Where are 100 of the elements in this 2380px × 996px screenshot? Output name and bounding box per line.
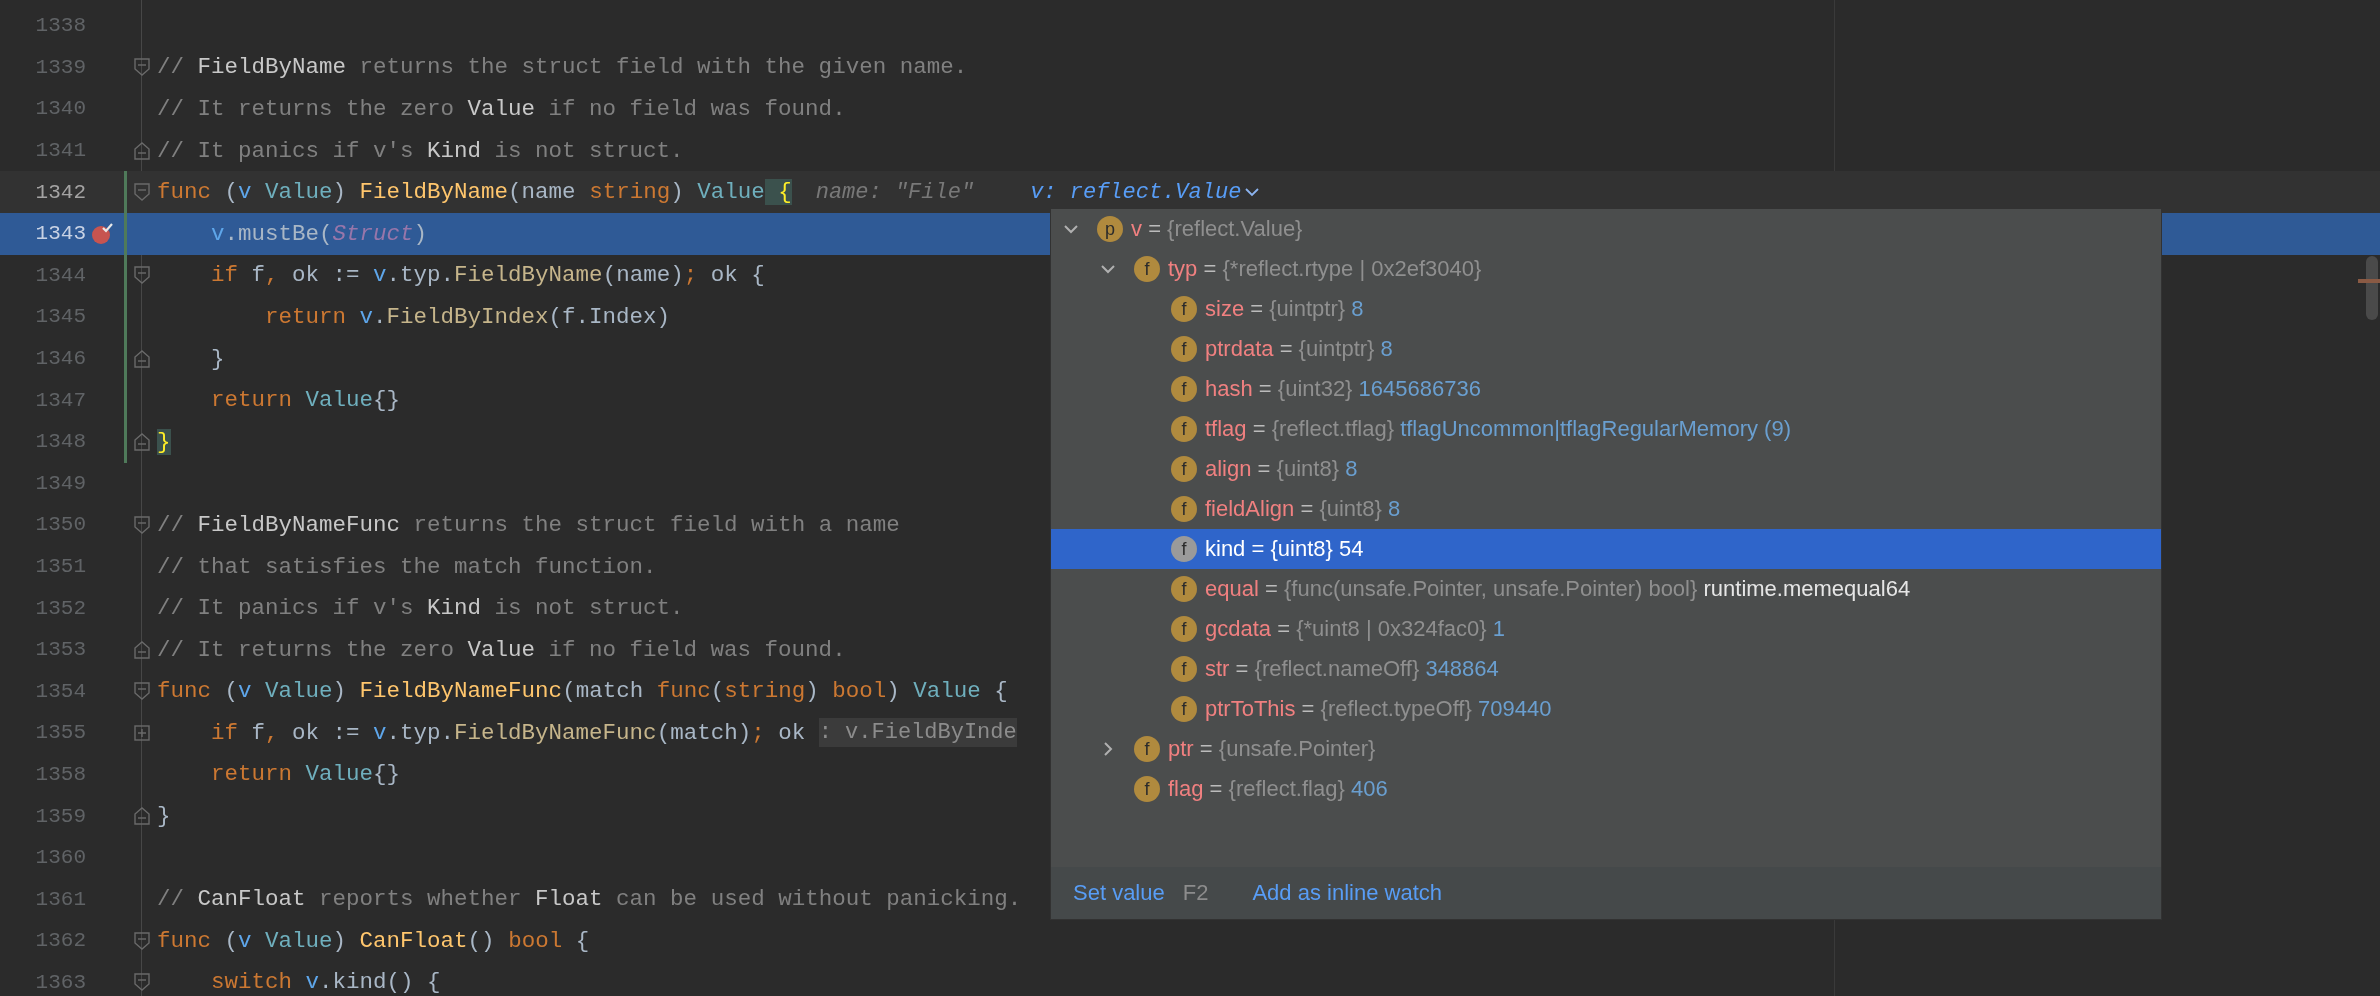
fold-icon[interactable] — [134, 266, 150, 285]
line-number: 1363 — [34, 970, 87, 994]
fold-icon[interactable] — [134, 682, 150, 701]
variable-entry: hash = {uint32} 1645686736 — [1205, 376, 1481, 402]
code-text: return Value{} — [210, 387, 401, 414]
line-number: 1355 — [34, 721, 87, 745]
field-badge: f — [1171, 376, 1197, 402]
code-text: switch v.kind() { — [210, 969, 441, 996]
fold-icon[interactable] — [134, 141, 150, 160]
action-link[interactable]: Add as inline watch — [1252, 880, 1442, 906]
code-text: if f, ok := v.typ.FieldByNameFunc(match); ok — [210, 719, 807, 746]
tree-row[interactable]: f kind = {uint8} 54 — [1051, 529, 2161, 569]
variable-entry: v = {reflect.Value} — [1131, 216, 1303, 242]
line-number: 1343 — [34, 222, 87, 246]
fold-icon[interactable] — [134, 349, 150, 368]
field-badge: p — [1097, 216, 1123, 242]
code-text: // FieldByNameFunc returns the struct field with a name — [157, 511, 900, 538]
line-number: 1350 — [34, 513, 87, 537]
field-badge: f — [1171, 616, 1197, 642]
line-number: 1348 — [34, 430, 87, 454]
variable-entry: ptrToThis = {reflect.typeOff} 709440 — [1205, 696, 1552, 722]
field-badge: f — [1171, 576, 1197, 602]
fold-icon[interactable] — [134, 432, 150, 451]
tree-row[interactable]: f typ = {*reflect.rtype | 0x2ef3040} — [1051, 249, 2161, 289]
variable-entry: str = {reflect.nameOff} 348864 — [1205, 656, 1499, 682]
variable-entry: typ = {*reflect.rtype | 0x2ef3040} — [1168, 256, 1482, 282]
tree-row[interactable]: f ptrToThis = {reflect.typeOff} 709440 — [1051, 689, 2161, 729]
code-text: return v.FieldByIndex(f.Index) — [264, 303, 671, 330]
line-number: 1340 — [34, 97, 87, 121]
chevron-down-icon — [1245, 187, 1260, 198]
fold-icon[interactable] — [134, 640, 150, 659]
variable-entry: flag = {reflect.flag} 406 — [1168, 776, 1388, 802]
tree-row[interactable]: f hash = {uint32} 1645686736 — [1051, 369, 2161, 409]
code-text: // It panics if v's Kind is not struct. — [157, 595, 684, 622]
tree-row[interactable]: p v = {reflect.Value} — [1051, 209, 2161, 249]
line-number: 1361 — [34, 887, 87, 911]
tree-row[interactable]: f ptr = {unsafe.Pointer} — [1051, 729, 2161, 769]
tree-row[interactable]: f align = {uint8} 8 — [1051, 449, 2161, 489]
field-badge: f — [1134, 256, 1160, 282]
code-text: func (v Value) FieldByNameFunc(match func(string) bool) Value { — [157, 678, 1008, 705]
variable-entry: size = {uintptr} 8 — [1205, 296, 1364, 322]
fold-icon[interactable] — [134, 931, 150, 950]
line-number: 1359 — [34, 804, 87, 828]
line-number: 1349 — [34, 471, 87, 495]
variable-entry: fieldAlign = {uint8} 8 — [1205, 496, 1401, 522]
line-number: 1344 — [34, 263, 87, 287]
code-text: } — [157, 803, 171, 830]
code-text: } — [157, 428, 171, 455]
line-number: 1341 — [34, 139, 87, 163]
field-badge: f — [1171, 296, 1197, 322]
code-text: // It panics if v's Kind is not struct. — [157, 137, 684, 164]
variable-entry: align = {uint8} 8 — [1205, 456, 1358, 482]
code-text: if f, ok := v.typ.FieldByName(name); ok { — [210, 262, 765, 289]
variable-entry: ptrdata = {uintptr} 8 — [1205, 336, 1393, 362]
tree-row[interactable]: f size = {uintptr} 8 — [1051, 289, 2161, 329]
line-number: 1352 — [34, 596, 87, 620]
variable-entry: kind = {uint8} 54 — [1205, 536, 1364, 562]
tree-row[interactable]: f tflag = {reflect.tflag} tflagUncommon|tflagRegularMemory (9) — [1051, 409, 2161, 449]
code-text: // It returns the zero Value if no field was found. — [157, 636, 846, 663]
fold-icon[interactable] — [134, 973, 150, 992]
tree-row[interactable]: f fieldAlign = {uint8} 8 — [1051, 489, 2161, 529]
line-number: 1362 — [34, 929, 87, 953]
code-text: func (v Value) CanFloat() bool { — [157, 927, 590, 954]
action-link[interactable]: Set value — [1073, 880, 1165, 906]
field-badge: f — [1171, 656, 1197, 682]
line-number: 1338 — [34, 14, 87, 38]
tree-row[interactable]: f gcdata = {*uint8 | 0x324fac0} 1 — [1051, 609, 2161, 649]
fold-icon[interactable] — [134, 515, 150, 534]
code-text: // that satisfies the match function. — [157, 553, 657, 580]
expand-icon[interactable] — [134, 724, 150, 741]
tree-row[interactable]: f str = {reflect.nameOff} 348864 — [1051, 649, 2161, 689]
line-number: 1342 — [34, 180, 87, 204]
variable-entry: gcdata = {*uint8 | 0x324fac0} 1 — [1205, 616, 1505, 642]
inline-watch-link[interactable]: v: reflect.Value — [1030, 179, 1260, 205]
tree-row[interactable]: f ptrdata = {uintptr} 8 — [1051, 329, 2161, 369]
field-badge: f — [1171, 336, 1197, 362]
code-text: // CanFloat reports whether Float can be used without panicking. — [157, 886, 1022, 913]
code-text: func (v Value) FieldByName(name string) Value { — [157, 179, 792, 206]
fold-icon[interactable] — [134, 807, 150, 826]
field-badge: f — [1134, 736, 1160, 762]
line-number: 1351 — [34, 555, 87, 578]
folded-code-hint[interactable]: : v.FieldByInde — [818, 718, 1017, 748]
line-number: 1360 — [34, 846, 87, 870]
fold-icon[interactable] — [134, 183, 150, 202]
line-number: 1347 — [34, 388, 87, 412]
inline-hint: name: "File" — [815, 179, 975, 205]
breakpoint-icon[interactable] — [90, 221, 114, 246]
tree-row[interactable]: f equal = {func(unsafe.Pointer, unsafe.Pointer) bool} runtime.memequal64 — [1051, 569, 2161, 609]
code-text: v.mustBe(Struct) — [210, 220, 428, 247]
tree-row[interactable]: f flag = {reflect.flag} 406 — [1051, 769, 2161, 809]
code-text: // It returns the zero Value if no field was found. — [157, 96, 846, 122]
field-badge: f — [1171, 496, 1197, 522]
line-number: 1358 — [34, 763, 87, 786]
scrollbar-thumb[interactable] — [2366, 256, 2378, 320]
field-badge: f — [1171, 416, 1197, 442]
code-text: // FieldByName returns the struct field with the given name. — [157, 54, 968, 81]
field-badge: f — [1134, 776, 1160, 802]
variable-entry: ptr = {unsafe.Pointer} — [1168, 736, 1376, 762]
shortcut-label: F2 — [1182, 880, 1209, 906]
fold-icon[interactable] — [134, 58, 150, 77]
